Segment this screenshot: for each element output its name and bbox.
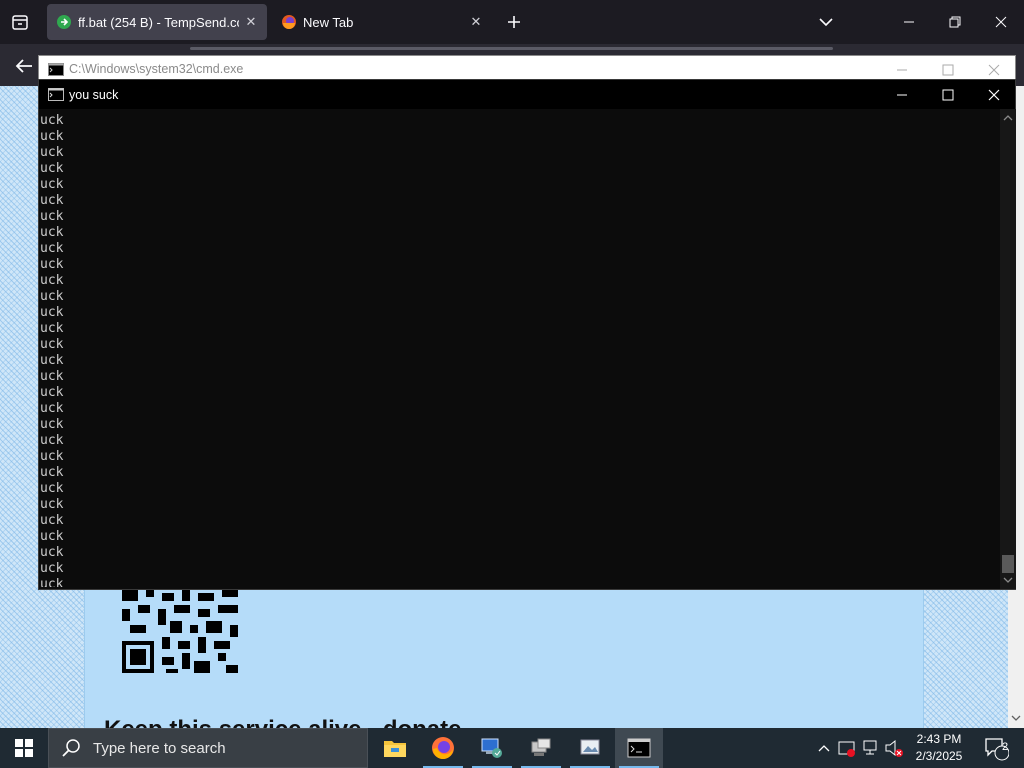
cmd-window-title: you suck <box>69 88 119 102</box>
file-explorer-icon[interactable] <box>371 728 419 768</box>
qr-code-image <box>122 589 238 673</box>
console-line: uck <box>40 257 64 272</box>
console-line: uck <box>40 241 64 256</box>
console-scrollbar[interactable] <box>1000 109 1016 589</box>
cmd-minimize-icon[interactable] <box>879 80 925 109</box>
console-line: uck <box>40 545 64 560</box>
console-line: uck <box>40 433 64 448</box>
notification-count: 2 <box>1001 741 1009 753</box>
firefox-icon[interactable] <box>419 728 467 768</box>
firefox-view-icon[interactable] <box>8 10 32 34</box>
browser-restore-icon[interactable] <box>932 0 978 44</box>
cmd-close-icon[interactable] <box>971 80 1017 109</box>
console-line: uck <box>40 209 64 224</box>
taskbar-clock[interactable]: 2:43 PM 2/3/2025 <box>908 731 970 765</box>
console-output[interactable]: uck uck uck uck uck uck uck uck uck uck uck uck uck u… <box>40 113 1000 587</box>
console-line: uck <box>40 145 64 160</box>
cmd-title-bar[interactable]: you suck <box>39 80 1015 109</box>
windows-start-icon[interactable] <box>0 728 48 768</box>
back-arrow-icon[interactable] <box>10 52 38 80</box>
console-line: uck <box>40 481 64 496</box>
photos-icon[interactable] <box>566 728 614 768</box>
clock-time: 2:43 PM <box>916 732 962 746</box>
console-line: uck <box>40 321 64 336</box>
console-line: uck <box>40 289 64 304</box>
console-line: uck <box>40 497 64 512</box>
notification-center-icon[interactable]: 2 <box>978 728 1014 768</box>
close-tab-icon[interactable]: ✕ <box>239 10 263 34</box>
console-line: uck <box>40 193 64 208</box>
console-line: uck <box>40 465 64 480</box>
cmd-window-you-suck[interactable]: you suck uck uck uck uck uck uck uck uck uck uck u… <box>38 79 1016 590</box>
browser-tab-bar: ff.bat (254 B) - TempSend.com ✕ New Tab … <box>0 0 1024 44</box>
control-panel-icon[interactable] <box>468 728 516 768</box>
console-line: uck <box>40 353 64 368</box>
console-line: uck <box>40 177 64 192</box>
console-line: uck <box>40 273 64 288</box>
console-line: uck <box>40 577 64 587</box>
console-line: uck <box>40 113 64 128</box>
scroll-up-icon <box>1003 115 1013 121</box>
windows-taskbar: Type here to search 2:43 PM 2/3/2025 2 <box>0 728 1024 768</box>
console-line: uck <box>40 417 64 432</box>
firefox-favicon-icon <box>281 14 297 30</box>
clock-date: 2/3/2025 <box>915 749 963 763</box>
taskbar-search-box[interactable]: Type here to search <box>48 728 368 768</box>
cmd-icon <box>48 88 64 106</box>
console-scroll-thumb[interactable] <box>1002 555 1014 573</box>
console-line: uck <box>40 401 64 416</box>
console-line: uck <box>40 305 64 320</box>
tab-tempsend[interactable]: ff.bat (254 B) - TempSend.com ✕ <box>47 4 267 40</box>
volume-muted-icon[interactable] <box>884 728 904 768</box>
console-line: uck <box>40 561 64 576</box>
console-line: uck <box>40 337 64 352</box>
console-line: uck <box>40 385 64 400</box>
command-prompt-icon[interactable] <box>615 728 663 768</box>
search-icon <box>62 739 80 757</box>
console-line: uck <box>40 129 64 144</box>
console-line: uck <box>40 529 64 544</box>
network-drive-icon[interactable] <box>517 728 565 768</box>
cmd-maximize-icon[interactable] <box>925 80 971 109</box>
tempsend-favicon-icon <box>56 14 72 30</box>
tab-title: ff.bat (254 B) - TempSend.com <box>78 14 239 30</box>
console-line: uck <box>40 161 64 176</box>
new-tab-plus-icon[interactable] <box>502 10 526 34</box>
console-line: uck <box>40 449 64 464</box>
browser-close-icon[interactable] <box>978 0 1024 44</box>
browser-minimize-icon[interactable] <box>886 0 932 44</box>
desktop-screen: ff.bat (254 B) - TempSend.com ✕ New Tab … <box>0 0 1024 768</box>
cmd-window-title: C:\Windows\system32\cmd.exe <box>69 62 244 76</box>
show-hidden-icons-chevron-icon[interactable] <box>816 728 832 768</box>
network-icon[interactable] <box>861 728 881 768</box>
close-tab-icon[interactable]: ✕ <box>464 10 488 34</box>
page-load-progress <box>190 47 833 50</box>
tab-new-tab[interactable]: New Tab ✕ <box>272 4 492 40</box>
list-all-tabs-chevron-icon[interactable] <box>814 10 838 34</box>
console-line: uck <box>40 513 64 528</box>
console-line: uck <box>40 225 64 240</box>
scroll-down-icon <box>1003 577 1013 583</box>
tab-title: New Tab <box>303 14 354 30</box>
search-placeholder: Type here to search <box>93 739 226 757</box>
console-line: uck <box>40 369 64 384</box>
security-warning-icon[interactable] <box>837 728 857 768</box>
